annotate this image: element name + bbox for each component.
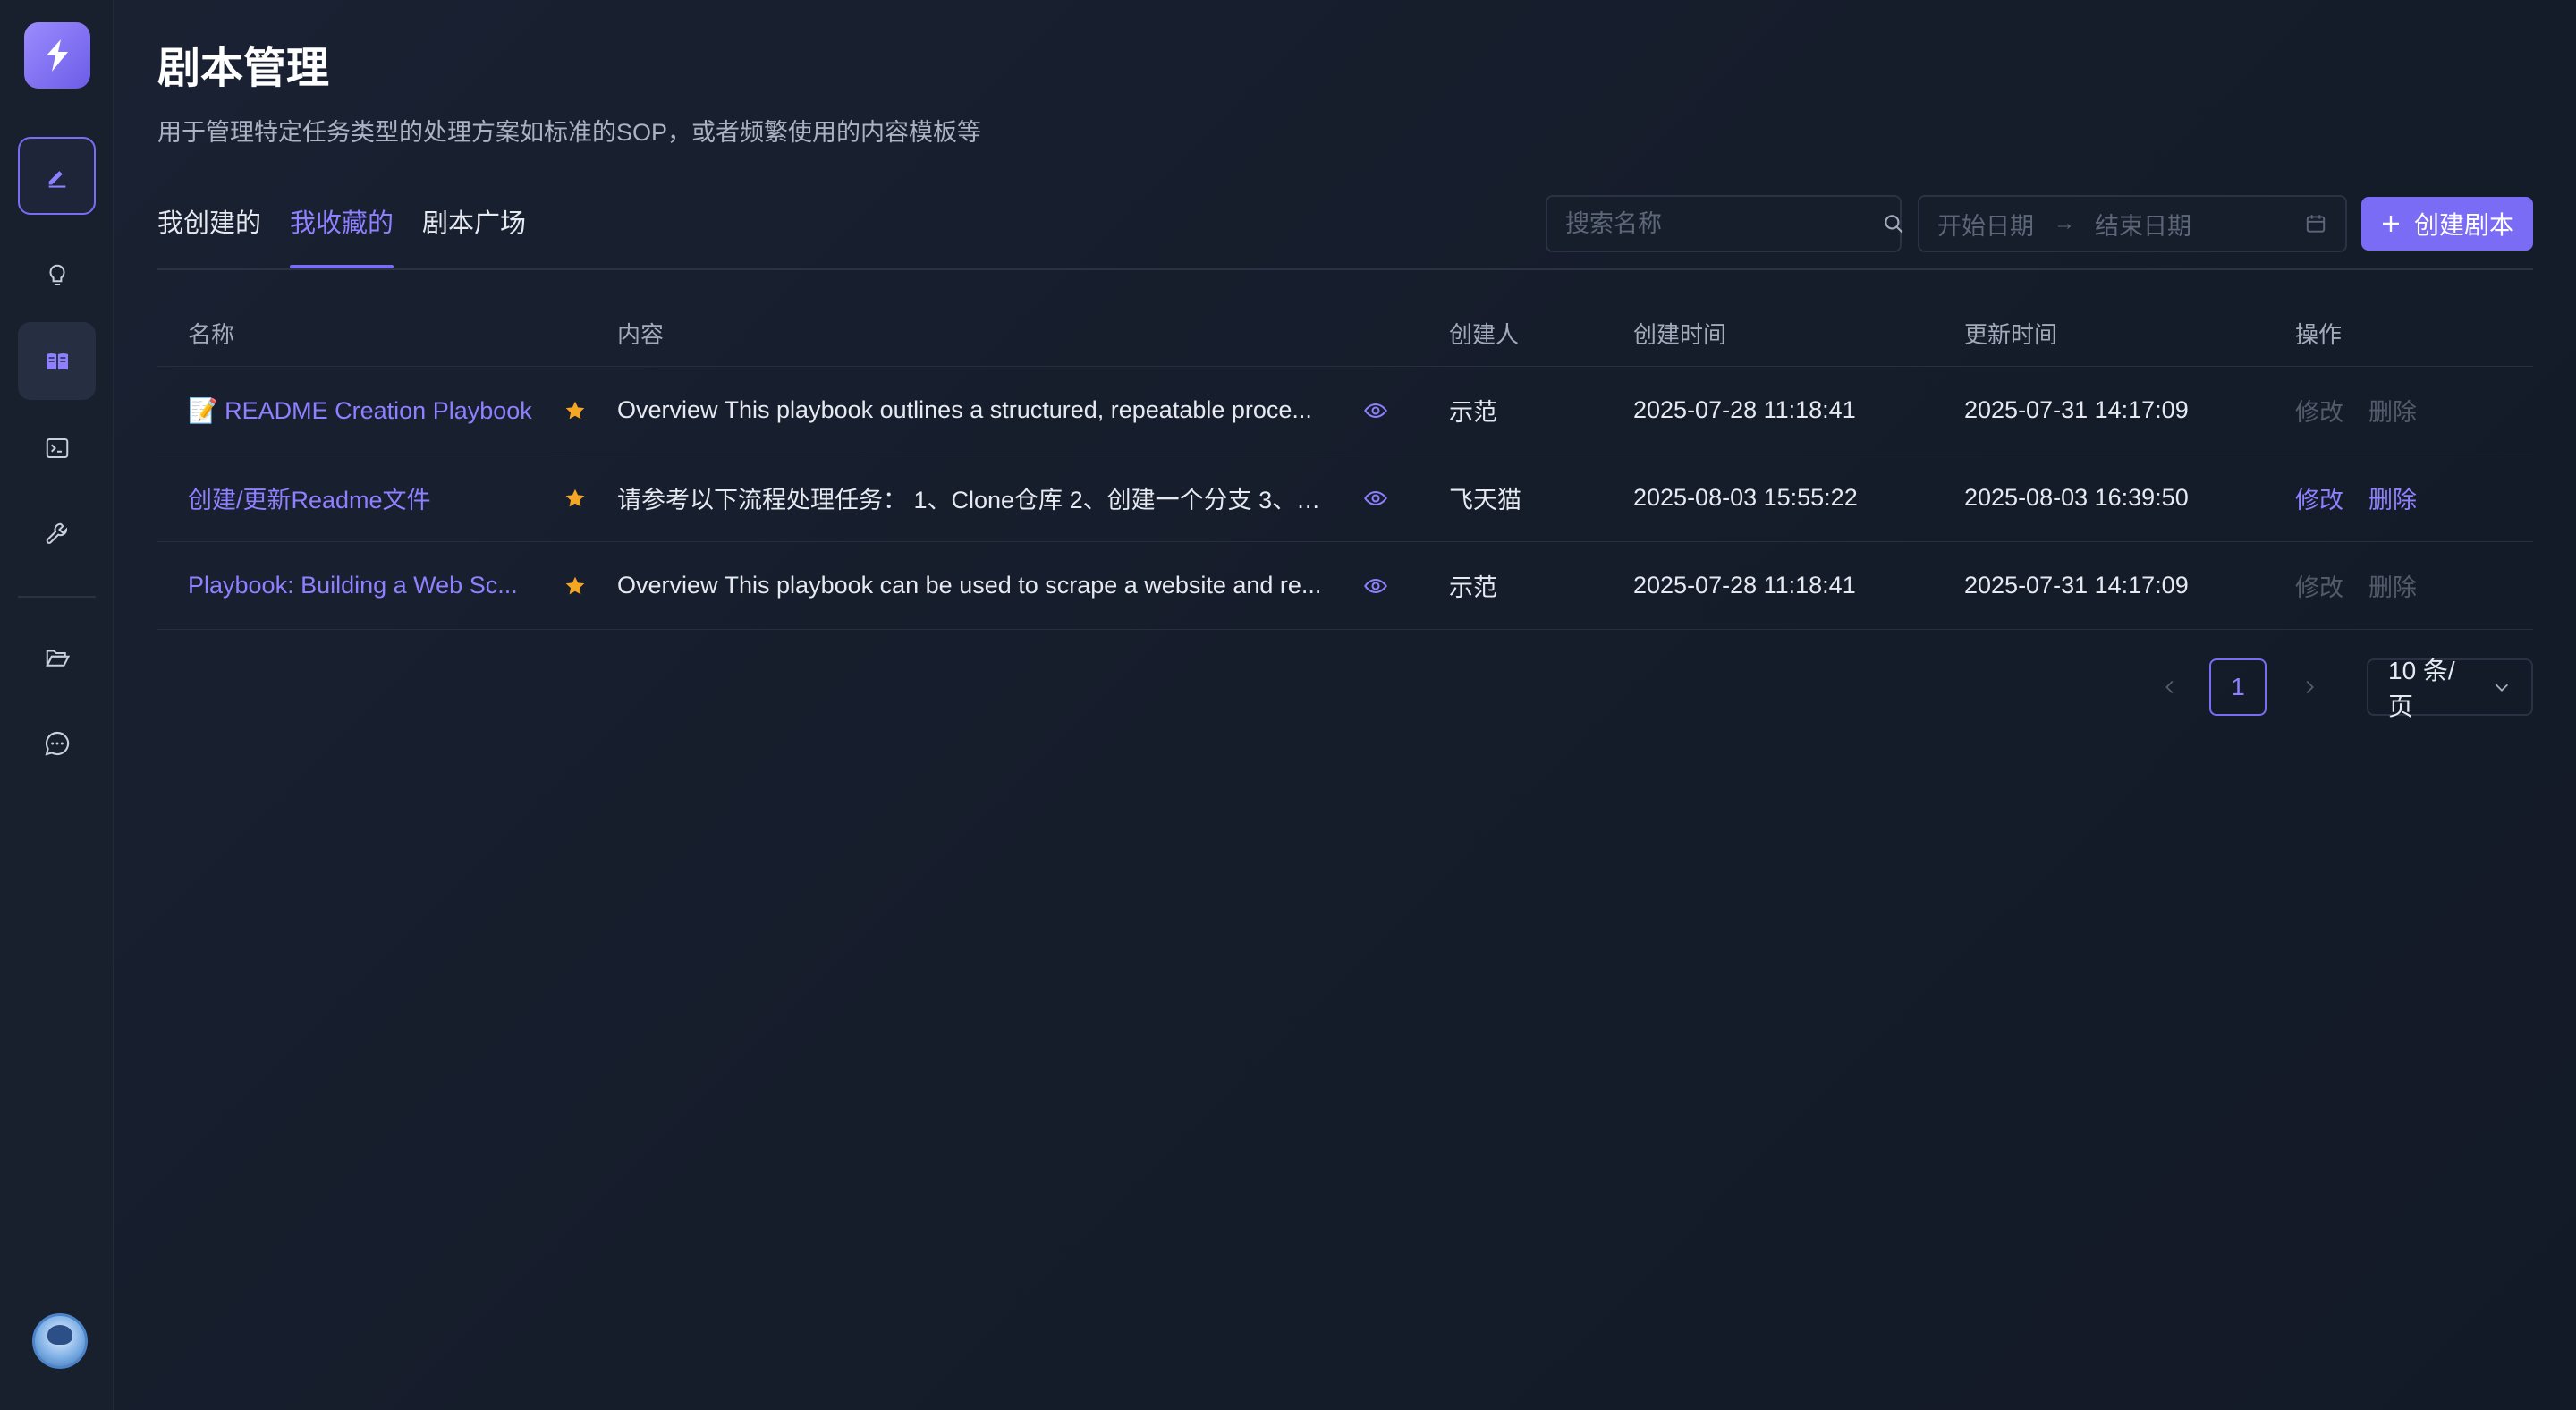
- folder-open-icon: [44, 644, 71, 671]
- playbook-updated-time: 2025-07-31 14:17:09: [1964, 396, 2189, 423]
- column-header-name: 名称: [188, 321, 235, 348]
- page-size-value: 10 条/页: [2388, 657, 2455, 720]
- column-header-updated: 更新时间: [1964, 321, 2058, 348]
- pencil-icon: [45, 164, 70, 189]
- table-header: 名称 内容 创建人 创建时间 更新时间 操作: [157, 301, 2533, 367]
- tab-my-favorites[interactable]: 我收藏的: [290, 204, 394, 268]
- pagination-prev-button[interactable]: [2152, 658, 2188, 716]
- chevron-right-icon: [2300, 677, 2319, 697]
- tab-playbook-square[interactable]: 剧本广场: [422, 204, 526, 268]
- create-playbook-label: 创建剧本: [2413, 211, 2514, 239]
- calendar-icon: [2304, 212, 2327, 235]
- tab-my-created[interactable]: 我创建的: [157, 204, 261, 268]
- edit-button[interactable]: 修改: [2295, 568, 2343, 603]
- chevron-left-icon: [2160, 677, 2180, 697]
- book-icon: [43, 347, 72, 376]
- nav-chat[interactable]: [18, 704, 96, 782]
- date-range-picker[interactable]: 开始日期 → 结束日期: [1918, 195, 2347, 252]
- eye-icon[interactable]: [1363, 398, 1388, 423]
- playbook-created-time: 2025-07-28 11:18:41: [1633, 572, 1856, 599]
- date-range-separator: →: [2054, 211, 2075, 235]
- pagination-next-button[interactable]: [2292, 658, 2327, 716]
- star-icon[interactable]: [564, 487, 587, 510]
- terminal-icon: [44, 435, 71, 462]
- create-playbook-button[interactable]: 创建剧本: [2361, 197, 2533, 251]
- chevron-down-icon: [2492, 677, 2512, 697]
- playbook-created-time: 2025-08-03 15:55:22: [1633, 484, 1858, 511]
- sidebar-divider: [18, 596, 96, 598]
- lightbulb-icon: [44, 262, 71, 289]
- column-header-creator: 创建人: [1449, 321, 1520, 348]
- nav-terminal[interactable]: [18, 409, 96, 487]
- table-row: 📝 README Creation Playbook Overview This…: [157, 367, 2533, 454]
- search-icon[interactable]: [1882, 212, 1905, 235]
- delete-button[interactable]: 删除: [2368, 568, 2417, 603]
- table-row: Playbook: Building a Web Sc... Overview …: [157, 542, 2533, 630]
- playbook-creator: 示范: [1449, 574, 1497, 601]
- eye-icon[interactable]: [1363, 486, 1388, 511]
- playbook-content: Overview This playbook outlines a struct…: [617, 396, 1312, 423]
- nav-ideas[interactable]: [18, 236, 96, 314]
- pagination-page-1[interactable]: 1: [2209, 658, 2267, 716]
- playbook-table: 名称 内容 创建人 创建时间 更新时间 操作 📝 README Creation…: [157, 301, 2533, 630]
- page-size-select[interactable]: 10 条/页: [2367, 657, 2533, 720]
- playbook-creator: 示范: [1449, 399, 1497, 426]
- playbook-content: 请参考以下流程处理任务： 1、Clone仓库 2、创建一个分支 3、阅...: [617, 487, 1333, 514]
- chat-bubble-icon: [43, 729, 72, 758]
- nav-files[interactable]: [18, 618, 96, 696]
- plus-icon: [2380, 213, 2402, 234]
- edit-button[interactable]: 修改: [2295, 480, 2343, 515]
- nav-playbooks[interactable]: [18, 322, 96, 400]
- table-row: 创建/更新Readme文件 请参考以下流程处理任务： 1、Clone仓库 2、创…: [157, 454, 2533, 542]
- page-description: 用于管理特定任务类型的处理方案如标准的SOP，或者频繁使用的内容模板等: [157, 119, 982, 146]
- search-input[interactable]: [1565, 209, 1882, 238]
- tabs-divider: [157, 268, 2533, 270]
- delete-button[interactable]: 删除: [2368, 393, 2417, 428]
- playbook-name-link[interactable]: 📝 README Creation Playbook: [188, 396, 532, 425]
- nav-edit[interactable]: [18, 137, 96, 215]
- playbook-name-link[interactable]: Playbook: Building a Web Sc...: [188, 572, 518, 599]
- wrench-icon: [44, 521, 71, 548]
- end-date-input[interactable]: 结束日期: [2095, 207, 2191, 242]
- column-header-actions: 操作: [2295, 321, 2343, 348]
- tab-bar: 我创建的 我收藏的 剧本广场: [157, 204, 526, 268]
- app-logo-icon[interactable]: [24, 22, 90, 89]
- playbook-created-time: 2025-07-28 11:18:41: [1633, 396, 1856, 423]
- delete-button[interactable]: 删除: [2368, 480, 2417, 515]
- column-header-content: 内容: [617, 321, 665, 348]
- page-title: 剧本管理: [157, 45, 330, 92]
- playbook-content: Overview This playbook can be used to sc…: [617, 572, 1322, 599]
- column-header-created: 创建时间: [1633, 321, 1727, 348]
- user-avatar[interactable]: [32, 1313, 88, 1369]
- search-box: [1546, 195, 1905, 252]
- star-icon[interactable]: [564, 399, 587, 422]
- playbook-updated-time: 2025-07-31 14:17:09: [1964, 572, 2189, 599]
- star-icon[interactable]: [564, 574, 587, 598]
- playbook-name-link[interactable]: 创建/更新Readme文件: [188, 480, 431, 515]
- playbook-updated-time: 2025-08-03 16:39:50: [1964, 484, 2189, 511]
- start-date-input[interactable]: 开始日期: [1937, 207, 2034, 242]
- eye-icon[interactable]: [1363, 573, 1388, 599]
- nav-tools[interactable]: [18, 495, 96, 573]
- playbook-creator: 飞天猫: [1449, 487, 1521, 514]
- edit-button[interactable]: 修改: [2295, 393, 2343, 428]
- sidebar: [0, 0, 114, 1410]
